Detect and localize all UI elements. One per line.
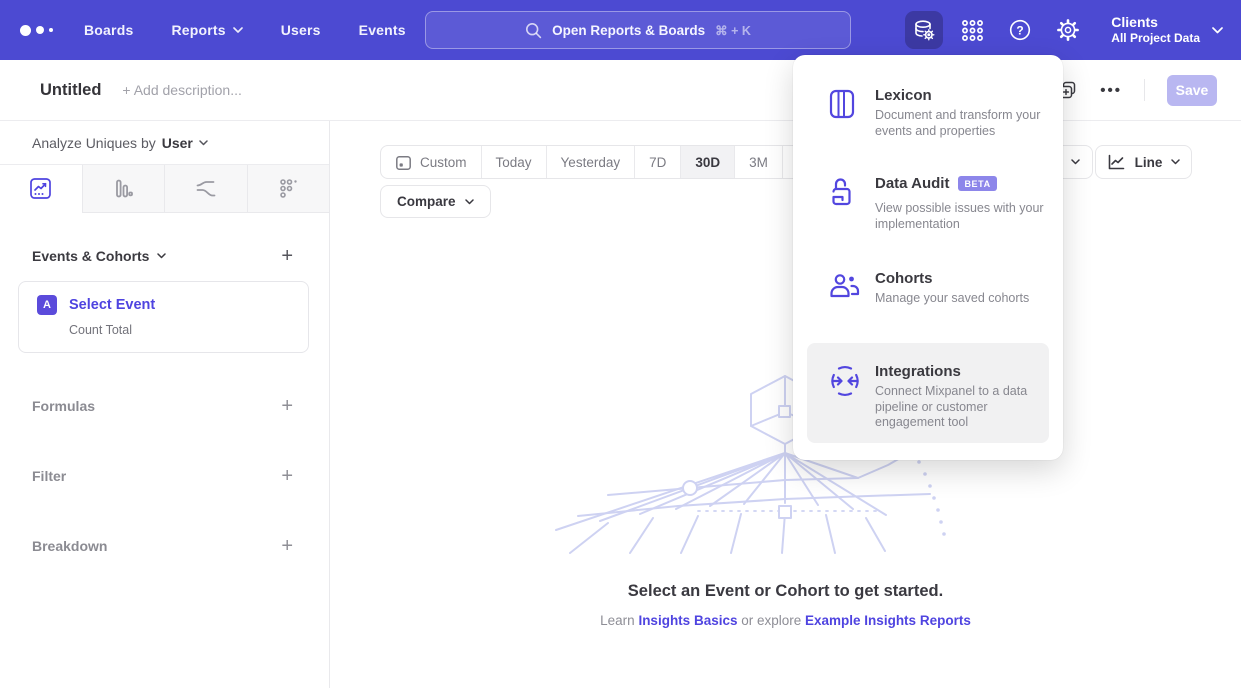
example-insights-reports-link[interactable]: Example Insights Reports xyxy=(805,613,971,628)
empty-state-title: Select an Event or Cohort to get started… xyxy=(330,582,1241,601)
formulas-label: Formulas xyxy=(32,398,95,414)
filter-label: Filter xyxy=(32,468,66,484)
scatter-chart-icon xyxy=(277,177,300,200)
settings-gear-button[interactable] xyxy=(1049,11,1087,49)
breakdown-section: Breakdown + xyxy=(0,511,329,581)
svg-text:?: ? xyxy=(1017,23,1024,37)
menu-item-description: View possible issues with your implement… xyxy=(875,201,1057,232)
integrations-icon xyxy=(829,365,861,397)
search-input[interactable]: Open Reports & Boards ⌘ + K xyxy=(425,11,851,49)
menu-item-description: Connect Mixpanel to a data pipeline or c… xyxy=(875,384,1057,431)
search-icon xyxy=(525,22,542,39)
compare-button[interactable]: Compare xyxy=(380,185,491,218)
event-letter-badge: A xyxy=(37,295,57,315)
query-builder-sidebar: Analyze Uniques by User xyxy=(0,121,330,688)
analyze-label: Analyze Uniques by xyxy=(32,135,156,151)
nav-item-events[interactable]: Events xyxy=(359,22,406,38)
chevron-down-icon xyxy=(157,253,166,259)
tab-line-chart[interactable] xyxy=(0,165,82,213)
chart-type-tabs xyxy=(0,165,329,213)
events-cohorts-header: Events & Cohorts + xyxy=(0,246,329,266)
nav-item-users[interactable]: Users xyxy=(281,22,321,38)
chevron-down-icon xyxy=(1071,159,1080,165)
aggregation-dropdown[interactable]: Count Total xyxy=(69,323,294,337)
search-shortcut: ⌘ + K xyxy=(715,23,751,38)
flow-chart-icon xyxy=(194,177,218,201)
chart-style-dropdown[interactable]: Line xyxy=(1095,145,1192,179)
cohorts-icon xyxy=(829,272,861,300)
breakdown-label: Breakdown xyxy=(32,538,107,554)
insights-basics-link[interactable]: Insights Basics xyxy=(638,613,737,628)
analyze-row: Analyze Uniques by User xyxy=(0,121,329,165)
lexicon-icon xyxy=(829,89,855,119)
data-audit-icon xyxy=(829,177,857,209)
date-range-yesterday[interactable]: Yesterday xyxy=(546,146,635,178)
search-placeholder: Open Reports & Boards xyxy=(552,23,705,38)
date-range-control: Custom Today Yesterday 7D 30D 3M 6M xyxy=(380,145,831,179)
formulas-section: Formulas + xyxy=(0,371,329,441)
chevron-down-icon xyxy=(1212,27,1223,34)
line-chart-icon xyxy=(29,177,52,200)
apps-grid-button[interactable] xyxy=(953,11,991,49)
add-breakdown-button[interactable]: + xyxy=(281,536,293,556)
help-icon: ? xyxy=(1007,17,1033,43)
nav-item-boards[interactable]: Boards xyxy=(84,22,133,38)
menu-item-description: Document and transform your events and p… xyxy=(875,108,1057,139)
settings-gear-icon xyxy=(1055,17,1081,43)
chevron-down-icon xyxy=(199,140,208,146)
add-filter-button[interactable]: + xyxy=(281,466,293,486)
chevron-down-icon xyxy=(465,199,474,205)
date-range-30d[interactable]: 30D xyxy=(680,146,734,178)
data-management-menu: Lexicon Document and transform your even… xyxy=(793,55,1063,460)
top-nav: Boards Reports Users Events Open Reports… xyxy=(0,0,1241,60)
empty-state-subtitle: Learn Insights Basics or explore Example… xyxy=(330,613,1241,628)
project-subtitle: All Project Data xyxy=(1111,31,1200,46)
events-cohorts-dropdown[interactable]: Events & Cohorts xyxy=(32,248,166,264)
save-button[interactable]: Save xyxy=(1167,75,1217,106)
tab-scatter-chart[interactable] xyxy=(247,165,330,213)
menu-item-title: Integrations xyxy=(875,363,1057,380)
add-description-button[interactable]: + Add description... xyxy=(122,82,241,98)
add-formula-button[interactable]: + xyxy=(281,396,293,416)
select-event-button[interactable]: Select Event xyxy=(69,297,155,313)
menu-item-integrations[interactable]: Integrations Connect Mixpanel to a data … xyxy=(793,343,1063,443)
calendar-icon xyxy=(395,154,412,171)
date-range-7d[interactable]: 7D xyxy=(634,146,680,178)
analyze-value-dropdown[interactable]: User xyxy=(162,135,208,151)
bar-chart-icon xyxy=(112,177,135,200)
help-button[interactable]: ? xyxy=(1001,11,1039,49)
nav-item-reports[interactable]: Reports xyxy=(171,22,242,38)
divider xyxy=(1144,79,1145,101)
menu-item-title: Lexicon xyxy=(875,87,1057,104)
beta-badge: BETA xyxy=(958,176,996,191)
chevron-down-icon xyxy=(1171,159,1180,165)
menu-item-title: Cohorts xyxy=(875,270,1057,287)
menu-item-description: Manage your saved cohorts xyxy=(875,291,1057,307)
date-range-custom[interactable]: Custom xyxy=(381,146,481,178)
date-range-3m[interactable]: 3M xyxy=(734,146,782,178)
event-card[interactable]: A Select Event Count Total xyxy=(18,281,309,353)
data-management-icon xyxy=(912,18,936,42)
data-management-button[interactable] xyxy=(905,11,943,49)
menu-item-title: Data Audit xyxy=(875,175,949,192)
chevron-down-icon xyxy=(233,27,243,33)
line-chart-icon xyxy=(1107,154,1126,171)
mixpanel-logo-icon[interactable] xyxy=(20,25,60,36)
page-title[interactable]: Untitled xyxy=(40,81,101,100)
project-title: Clients xyxy=(1111,14,1200,31)
tab-flow-chart[interactable] xyxy=(164,165,247,213)
date-range-today[interactable]: Today xyxy=(481,146,546,178)
more-options-button[interactable]: ••• xyxy=(1100,82,1122,99)
project-switcher[interactable]: Clients All Project Data xyxy=(1111,14,1223,46)
filter-section: Filter + xyxy=(0,441,329,511)
tab-bar-chart[interactable] xyxy=(82,165,165,213)
apps-grid-icon xyxy=(960,18,985,43)
add-event-button[interactable]: + xyxy=(281,246,293,266)
